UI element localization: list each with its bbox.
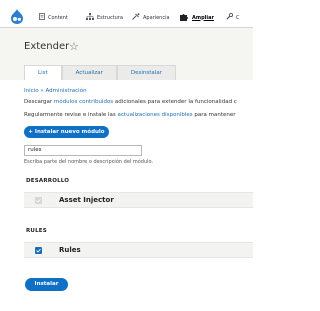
section-title-rules: RULES xyxy=(26,228,47,234)
module-checkbox-rules[interactable] xyxy=(35,247,42,254)
sitemap-icon xyxy=(86,13,94,22)
toolbar-item-label: Estructura xyxy=(97,14,123,21)
description-text: Descargar xyxy=(24,99,54,105)
breadcrumb-home[interactable]: Inicio xyxy=(24,88,39,94)
wrench-icon xyxy=(226,12,234,22)
primary-tabs: List Actualizar Desinstalar xyxy=(24,65,176,80)
toolbar-item-label: C xyxy=(236,14,240,21)
contributed-modules-link[interactable]: módulos contribuidos xyxy=(54,99,113,105)
toolbar-item-label: Apariencia xyxy=(143,14,170,21)
admin-toolbar: Content Estructura Apariencia Ampliar C xyxy=(0,0,253,28)
star-icon[interactable]: ☆ xyxy=(69,40,79,53)
description-text: para mantener xyxy=(192,112,236,118)
module-name: Rules xyxy=(59,246,81,254)
toolbar-item-extend[interactable]: Ampliar xyxy=(180,12,214,23)
install-new-module-button[interactable]: + Instalar nuevo módulo xyxy=(24,126,109,138)
description-text: adicionales para extender la funcionalid… xyxy=(113,99,237,105)
tab-list[interactable]: List xyxy=(24,65,62,80)
module-checkbox-asset-injector xyxy=(35,197,42,204)
available-updates-link[interactable]: actualizaciones disponibles xyxy=(118,112,193,118)
tab-update[interactable]: Actualizar xyxy=(61,65,117,80)
description-line-1: Descargar módulos contribuidos adicional… xyxy=(24,99,237,105)
toolbar-item-appearance[interactable]: Apariencia xyxy=(132,12,170,23)
filter-input[interactable]: rules xyxy=(24,145,142,156)
toolbar-item-label: Content xyxy=(48,14,68,21)
toolbar-item-structure[interactable]: Estructura xyxy=(86,12,123,23)
drupal-logo-icon[interactable] xyxy=(10,9,24,24)
module-row: Rules xyxy=(24,242,253,258)
breadcrumb-separator: » xyxy=(40,88,44,94)
wrench-brush-icon xyxy=(132,13,140,22)
toolbar-item-configuration[interactable]: C xyxy=(226,12,240,23)
toolbar-item-label: Ampliar xyxy=(192,14,214,21)
install-button[interactable]: Instalar xyxy=(25,278,68,291)
module-name: Asset Injector xyxy=(59,196,114,204)
breadcrumb: Inicio » Administración xyxy=(24,88,87,94)
tab-uninstall[interactable]: Desinstalar xyxy=(116,65,176,80)
page-icon xyxy=(39,13,45,22)
module-row: Asset Injector xyxy=(24,192,253,208)
breadcrumb-current[interactable]: Administración xyxy=(45,88,86,94)
description-line-2: Regularmente revise e instale las actual… xyxy=(24,112,236,118)
toolbar-item-content[interactable]: Content xyxy=(39,12,68,23)
filter-hint: Escriba parte del nombre o descripción d… xyxy=(24,159,154,165)
description-text: Regularmente revise e instale las xyxy=(24,112,118,118)
page-title: Extender xyxy=(24,41,70,52)
section-title-desarrollo: DESARROLLO xyxy=(26,178,70,184)
puzzle-icon xyxy=(180,13,189,23)
